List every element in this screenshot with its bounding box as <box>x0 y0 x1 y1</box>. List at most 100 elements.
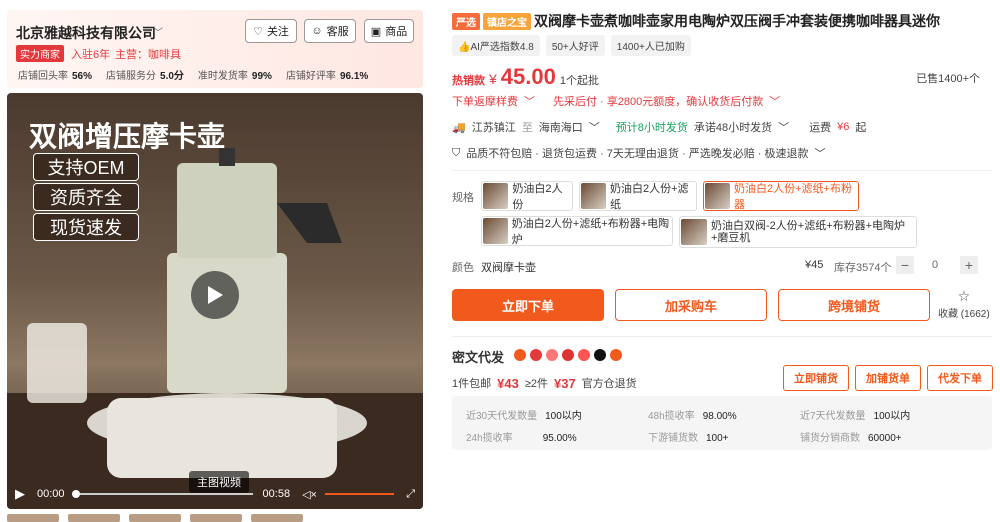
spec-option[interactable]: 奶油白2人份 <box>481 181 573 211</box>
freight-suffix: 起 <box>855 122 867 134</box>
spec-option[interactable]: 奶油白双阀-2人份+滤纸+布粉器+电陶炉+磨豆机 <box>679 216 917 248</box>
thumbnail[interactable] <box>129 514 181 522</box>
currency: ¥ <box>489 71 497 87</box>
spec-option[interactable]: 奶油白2人份+滤纸 <box>579 181 697 211</box>
dropship-order-button[interactable]: 代发下单 <box>927 365 993 391</box>
refund-text: 官方仓退货 <box>581 378 637 390</box>
stat-value: 95.00% <box>542 433 577 444</box>
platform-icon <box>578 349 590 361</box>
chevron-down-icon[interactable]: ﹀ <box>589 119 600 135</box>
strength-badge: 实力商家 <box>16 45 64 62</box>
stat-value: 98.00% <box>702 411 737 422</box>
stat-cell: 24h揽收率 95.00% <box>466 429 577 444</box>
stat-label: 近30天代发数量 <box>466 411 538 422</box>
ai-index-text: AI严选指数4.8 <box>470 42 534 53</box>
stat-label: 店铺回头率 <box>18 71 68 82</box>
platform-icon <box>610 349 622 361</box>
coupon-row[interactable]: 下单返摩样费 ﹀ 先采后付 · 享2800元额度，确认收货后付款 ﹀ <box>452 93 780 109</box>
favorite-button[interactable]: ☆ 收藏 (1662) <box>938 288 990 320</box>
seek-bar[interactable] <box>71 490 253 498</box>
color-value: 双阀摩卡壶 <box>481 262 536 274</box>
current-time: 00:00 <box>37 488 65 500</box>
stat-label: 准时发货率 <box>197 71 248 82</box>
store-icon: ▣ <box>370 25 382 38</box>
spec-option[interactable]: 奶油白2人份+滤纸+布粉器+电陶炉 <box>481 216 673 246</box>
color-label: 颜色 <box>452 262 474 274</box>
ai-index[interactable]: 👍AI严选指数4.8 <box>452 35 540 56</box>
ship-to[interactable]: 海南海口 <box>539 119 583 135</box>
shop-name[interactable]: 北京雅越科技有限公司 <box>16 23 156 43</box>
shipping-row: 🚚 江苏镇江至 海南海口 ﹀ 预计8小时发货 承诺48小时发货 ﹀ 运费 ¥6 起 <box>452 119 867 135</box>
thumbnail[interactable] <box>190 514 242 522</box>
video-title: 双阀增压摩卡壶 <box>29 121 226 152</box>
feature-pill: 现货速发 <box>33 213 139 241</box>
freight: ¥6 <box>837 121 850 133</box>
spec-text: 奶油白2人份+滤纸+布粉器+电陶炉 <box>511 218 670 246</box>
qty-value[interactable]: 0 <box>932 259 938 271</box>
spec-option-selected[interactable]: 奶油白2人份+滤纸+布粉器 <box>703 181 859 211</box>
stat-label: 近7天代发数量 <box>800 411 866 422</box>
fullscreen-icon[interactable]: ⤢ <box>406 488 415 501</box>
stat-value: 5.0分 <box>160 71 184 82</box>
rating-chips: 👍AI严选指数4.8 50+人好评 1400+人已加购 <box>452 35 691 56</box>
spec-label: 规格 <box>452 192 474 204</box>
divider <box>452 170 992 171</box>
main-business: 主营：咖啡具 <box>115 49 181 61</box>
product-title: 严选 镇店之宝 双阀摩卡壶煮咖啡壶家用电陶炉双压阀手冲套装便携咖啡器具迷你 <box>452 11 940 31</box>
platform-icon <box>514 349 526 361</box>
follow-button[interactable]: ♡ 关注 <box>245 19 297 43</box>
policy-row[interactable]: ⛉ 品质不符包赔 · 退货包运费 · 7天无理由退货 · 严选晚发必赔 · 极速退… <box>452 145 825 161</box>
thumbnail[interactable] <box>68 514 120 522</box>
stat-value: 100以内 <box>545 411 582 422</box>
stat-item: 店铺回头率 56% <box>18 67 92 82</box>
cross-border-button[interactable]: 跨境铺货 <box>778 289 930 321</box>
chevron-down-icon: ﹀ <box>778 122 790 134</box>
stat-value: 56% <box>72 71 93 82</box>
store-label: 商品 <box>385 26 408 38</box>
policy-text: 品质不符包赔 · 退货包运费 · 7天无理由退货 · 严选晚发必赔 · 极速退款 <box>466 148 809 160</box>
play-small-icon[interactable]: ▶ <box>15 486 25 502</box>
right-panel: 严选 镇店之宝 双阀摩卡壶煮咖啡壶家用电陶炉双压阀手冲套装便携咖啡器具迷你 👍AI严… <box>452 0 1000 522</box>
dropship-price2: ¥37 <box>553 375 576 391</box>
mute-icon[interactable]: ◁× <box>302 488 317 501</box>
qty-plus-button[interactable]: + <box>960 256 978 274</box>
buy-now-button[interactable]: 立即下单 <box>452 289 604 321</box>
heart-icon: ♡ <box>253 25 263 38</box>
chevron-down-icon[interactable]: ﹀ <box>153 24 163 39</box>
purchased-count: 1400+人已加购 <box>610 35 691 56</box>
thumbnail[interactable] <box>251 514 303 522</box>
dropship-price-row: 1件包邮 ¥43 ≥2件 ¥37 官方仓退货 <box>452 375 637 391</box>
stat-cell: 近7天代发数量 100以内 <box>800 407 910 422</box>
coupon-text: 下单返摩样费 <box>452 96 518 108</box>
fav-label: 收藏 <box>938 309 958 320</box>
stat-value: 96.1% <box>339 71 369 82</box>
stat-value: 60000+ <box>868 433 902 444</box>
thumbnail-strip <box>7 514 303 522</box>
freight-label: 运费 <box>809 122 832 134</box>
add-cart-button[interactable]: 加采购车 <box>615 289 767 321</box>
service-button[interactable]: ☺ 客服 <box>304 19 356 43</box>
sold-count: 已售1400+个 <box>916 73 980 85</box>
product-video[interactable]: 双阀增压摩卡壶 支持OEM 资质齐全 现货速发 主图视频 ▶ 00:00 00:… <box>7 93 423 509</box>
platform-icon <box>546 349 558 361</box>
thumbnail[interactable] <box>7 514 59 522</box>
stat-item: 店铺服务分 5.0分 <box>106 67 184 82</box>
tag-featured: 镇店之宝 <box>483 13 531 30</box>
ship-from: 江苏镇江 <box>471 122 516 134</box>
play-icon[interactable] <box>191 271 239 319</box>
feature-pill: 资质齐全 <box>33 183 139 211</box>
feature-pill: 支持OEM <box>33 153 139 181</box>
add-list-button[interactable]: 加铺货单 <box>855 365 921 391</box>
left-panel: 北京雅越科技有限公司 ﹀ ♡ 关注 ☺ 客服 ▣ 商品 实力商家 入驻6年 主营：咖啡… <box>0 0 430 522</box>
volume-slider[interactable] <box>324 493 395 495</box>
credit-text: 先采后付 · 享2800元额度，确认收货后付款 <box>553 96 764 108</box>
qty-minus-button[interactable]: − <box>896 256 914 274</box>
stat-label: 店铺服务分 <box>106 71 157 82</box>
platform-icon <box>562 349 574 361</box>
list-now-button[interactable]: 立即铺货 <box>783 365 849 391</box>
truck-icon: 🚚 <box>452 121 466 134</box>
spec-text: 奶油白2人份+滤纸 <box>609 183 689 211</box>
store-button[interactable]: ▣ 商品 <box>364 19 414 43</box>
duration: 00:58 <box>262 488 291 500</box>
good-reviews[interactable]: 50+人好评 <box>545 35 605 56</box>
